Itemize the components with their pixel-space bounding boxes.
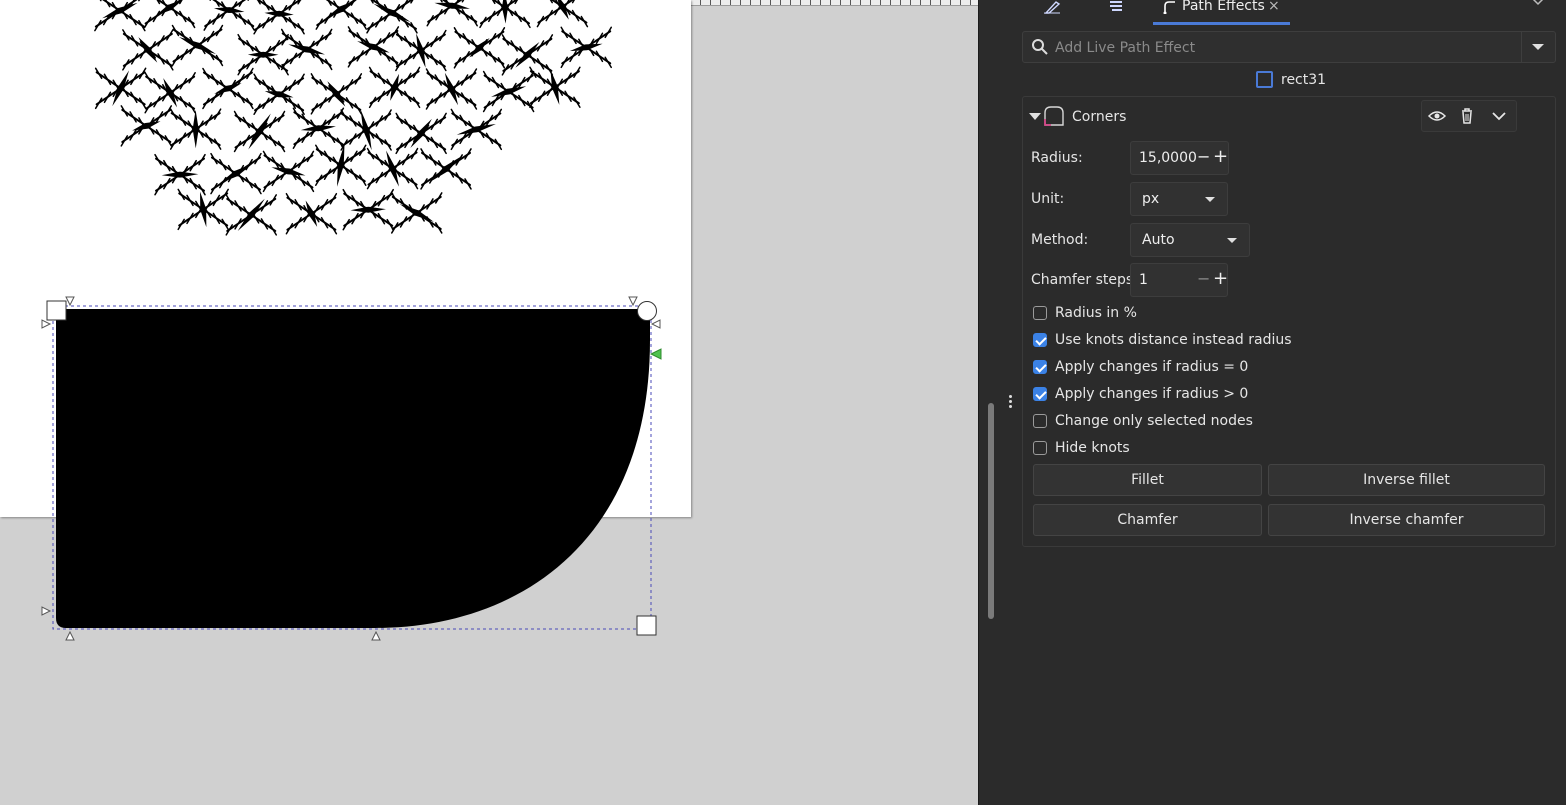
unit-value: px [1142,191,1160,207]
checkbox-box[interactable] [1033,441,1047,455]
chevron-down-icon[interactable] [1531,0,1545,11]
dock-tab-bar: Path Effects × [1016,0,1566,25]
delete-trash-icon[interactable] [1452,101,1482,131]
add-effect-search [1022,31,1556,63]
corners-effect-icon [1043,105,1065,127]
chamfer-steps-label: Chamfer steps: [1031,272,1138,288]
rectangle-icon [1256,71,1273,88]
knot-handle [65,296,75,307]
canvas-artwork[interactable] [0,0,978,805]
path-effects-icon [1163,0,1177,16]
corner-handle-bottom-right [636,615,657,636]
chevron-down-icon[interactable] [1484,101,1514,131]
radius-label: Radius: [1031,150,1083,166]
unit-label: Unit: [1031,191,1065,207]
knot-handle [65,630,75,641]
fillet-button[interactable]: Fillet [1033,464,1262,496]
inverse-chamfer-button[interactable]: Inverse chamfer [1268,504,1545,536]
knot-handle-active [649,348,662,360]
minus-icon[interactable]: − [1197,149,1210,165]
object-name: rect31 [1281,72,1327,88]
drawing-canvas[interactable] [0,0,978,805]
minus-icon[interactable]: − [1197,271,1210,287]
checkbox-box[interactable] [1033,360,1047,374]
path-effects-panel: Path Effects × rect31 Corners [1016,0,1566,805]
effect-item-corners: Corners Radius: 15,0000 − + Unit: px Met… [1022,96,1556,547]
selected-shape [56,309,650,628]
canvas-scroll-strip [978,0,1017,805]
checkbox-label: Apply changes if radius > 0 [1055,386,1249,402]
inverse-fillet-button[interactable]: Inverse fillet [1268,464,1545,496]
corner-handle-top-right [637,301,657,321]
search-icon [1031,38,1049,56]
knot-handle [371,630,381,641]
tab-path-effects[interactable]: Path Effects × [1153,0,1290,25]
knot-handle [650,319,661,329]
knot-handle [628,296,638,307]
plus-icon[interactable]: + [1213,270,1228,288]
radius-value[interactable]: 15,0000 [1139,150,1197,166]
dropdown-arrow-icon [1205,197,1215,202]
search-input[interactable] [1053,35,1517,61]
plus-icon[interactable]: + [1213,148,1228,166]
chamfer-steps-spinbox[interactable]: 1 − + [1130,263,1228,297]
checkbox-box[interactable] [1033,306,1047,320]
layers-icon[interactable] [1105,0,1127,18]
checkbox-box[interactable] [1033,387,1047,401]
unit-combobox[interactable]: px [1130,182,1228,216]
chamfer-steps-value[interactable]: 1 [1139,272,1148,288]
method-label: Method: [1031,232,1089,248]
collapse-triangle-icon[interactable] [1029,113,1041,120]
effect-list-dropdown-button[interactable] [1521,32,1555,62]
checkbox-label: Use knots distance instead radius [1055,332,1292,348]
vertical-scrollbar[interactable] [988,403,994,619]
effect-name: Corners [1072,109,1127,125]
effect-header: Corners [1023,97,1555,137]
corner-handle-top-left [46,300,67,321]
knot-handle [41,319,52,329]
tab-path-effects-label: Path Effects [1182,0,1265,14]
method-combobox[interactable]: Auto [1130,223,1250,257]
close-tab-icon[interactable]: × [1268,0,1280,13]
dropdown-arrow-icon [1227,238,1237,243]
visibility-eye-icon[interactable] [1422,101,1452,131]
checkbox-label: Apply changes if radius = 0 [1055,359,1249,375]
radius-spinbox[interactable]: 15,0000 − + [1130,141,1229,175]
checkbox-label: Change only selected nodes [1055,413,1253,429]
checkbox-box[interactable] [1033,414,1047,428]
pattern-artwork [94,0,612,236]
effect-actions [1421,100,1517,132]
checkbox-label: Hide knots [1055,440,1130,456]
checkbox-label: Radius in % [1055,305,1137,321]
method-value: Auto [1142,232,1175,248]
knot-handle [41,606,52,616]
panel-resize-grip-icon[interactable] [1007,394,1013,412]
pen-tool-icon[interactable] [1041,0,1063,18]
chamfer-button[interactable]: Chamfer [1033,504,1262,536]
checkbox-box[interactable] [1033,333,1047,347]
